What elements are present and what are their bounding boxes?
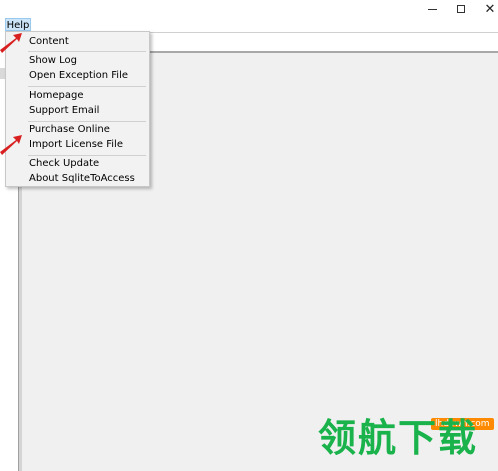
menu-item-show-log[interactable]: Show Log xyxy=(29,54,77,68)
menu-item-purchase-online[interactable]: Purchase Online xyxy=(29,123,110,137)
minimize-button[interactable] xyxy=(417,0,447,18)
menu-item-content[interactable]: Content xyxy=(29,35,69,49)
menu-separator xyxy=(28,51,146,52)
red-arrow-icon xyxy=(0,33,22,53)
menu-item-homepage[interactable]: Homepage xyxy=(29,89,84,103)
red-arrow-icon xyxy=(0,135,22,155)
menu-item-support-email[interactable]: Support Email xyxy=(29,104,99,118)
watermark-logo-text: 领航下载 xyxy=(318,416,479,460)
menu-separator xyxy=(28,86,146,87)
maximize-icon xyxy=(457,5,465,13)
menu-separator xyxy=(28,155,146,156)
menu-separator xyxy=(28,121,146,122)
close-button[interactable]: ✕ xyxy=(475,0,498,18)
menu-item-about[interactable]: About SqliteToAccess xyxy=(29,172,135,186)
maximize-button[interactable] xyxy=(446,0,476,18)
close-icon: ✕ xyxy=(484,1,496,17)
minimize-icon xyxy=(427,8,437,10)
menu-item-open-exception-file[interactable]: Open Exception File xyxy=(29,69,128,83)
title-bar: ✕ xyxy=(0,0,498,18)
help-dropdown-menu: Content Show Log Open Exception File Hom… xyxy=(5,31,150,187)
menu-item-check-update[interactable]: Check Update xyxy=(29,157,99,171)
toolbar-divider xyxy=(150,32,498,33)
menu-item-import-license-file[interactable]: Import License File xyxy=(29,138,123,152)
